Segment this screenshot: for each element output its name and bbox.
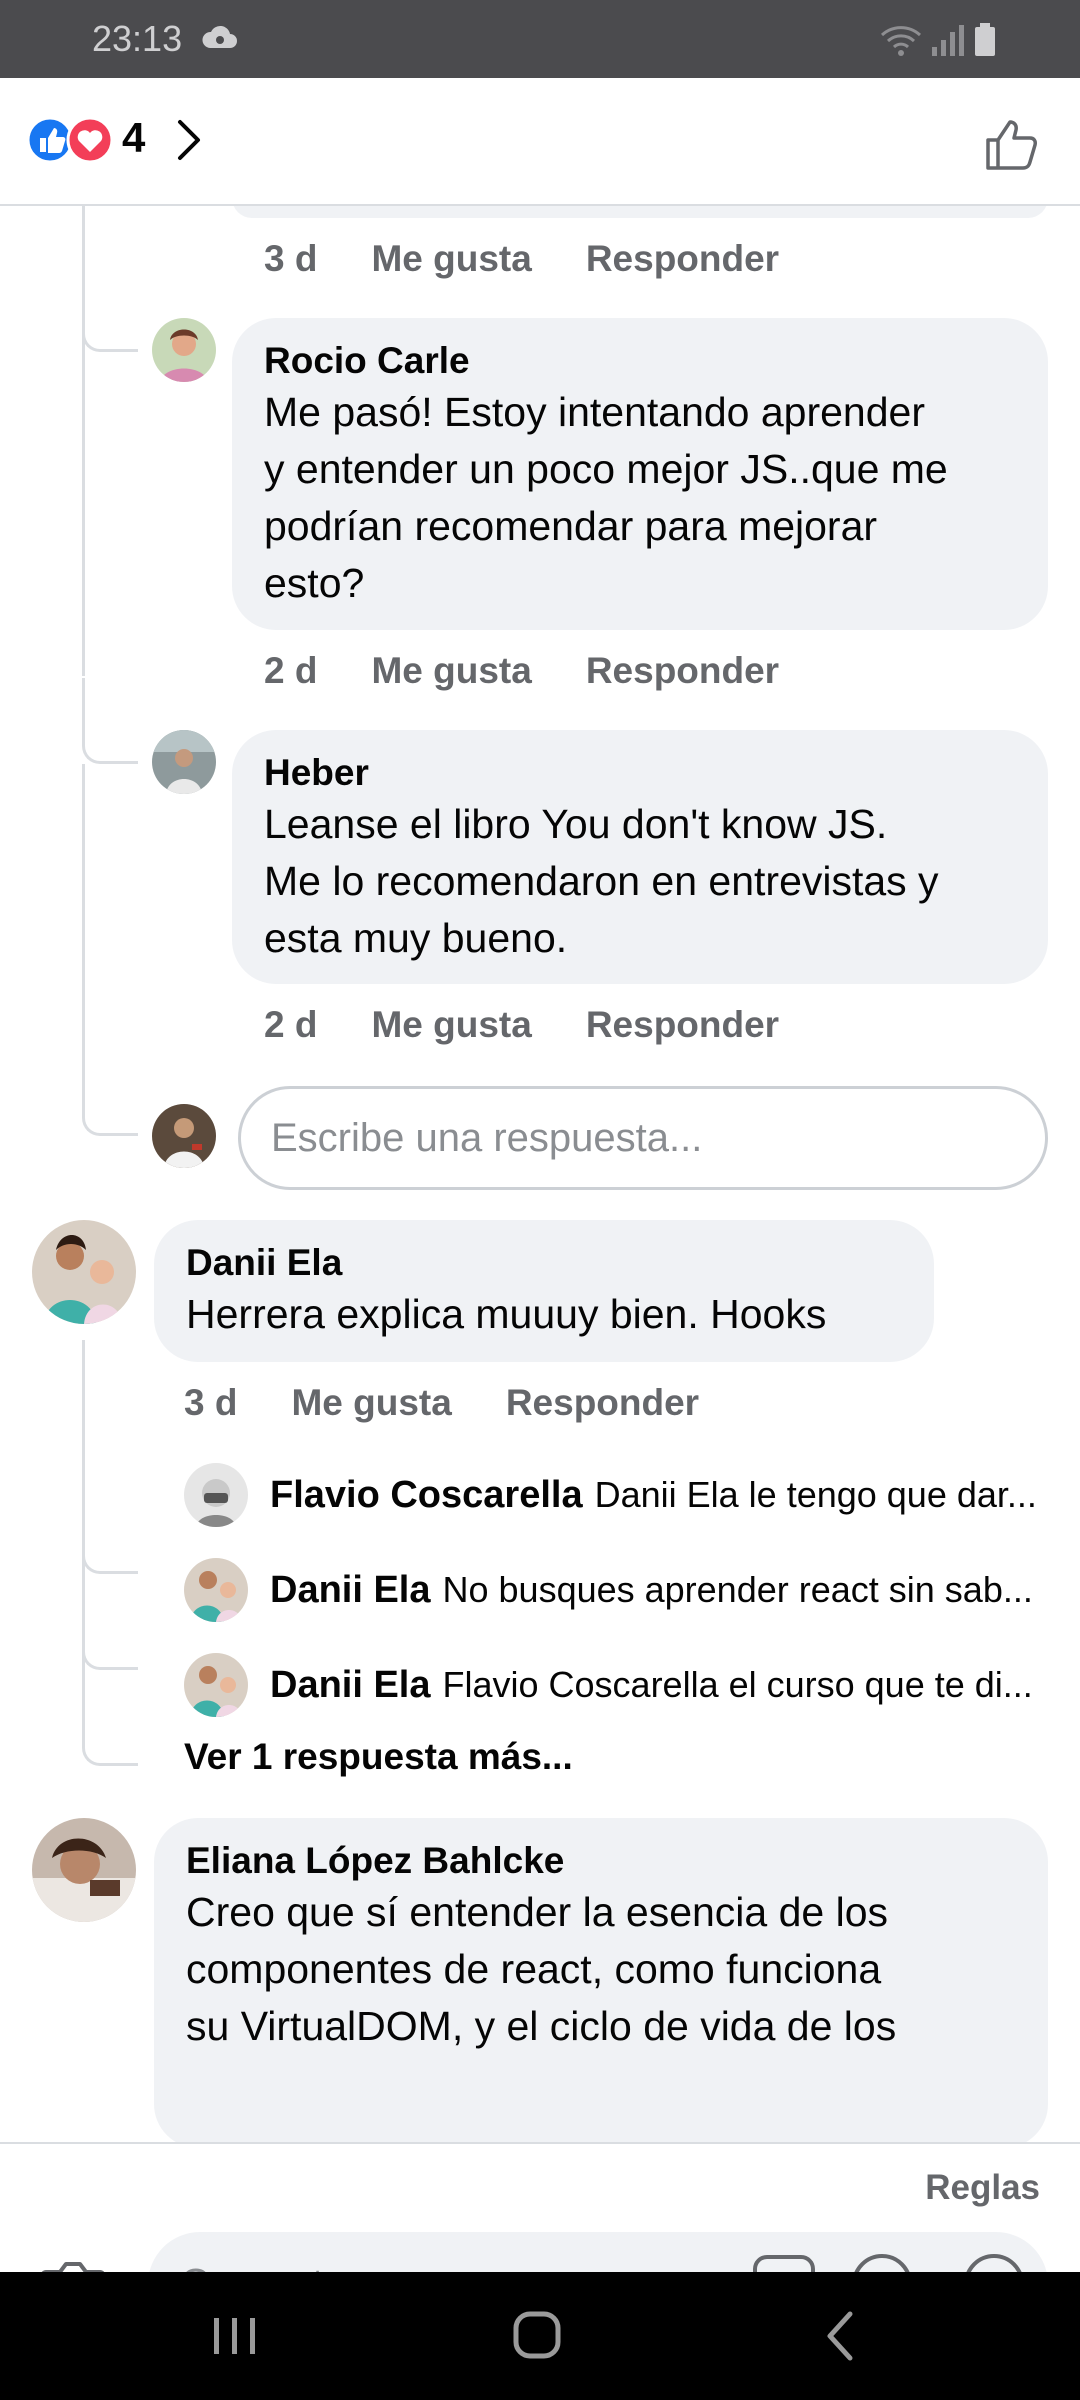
like-link[interactable]: Me gusta bbox=[371, 238, 531, 280]
thread-branch bbox=[82, 1574, 138, 1670]
reply-snippet: No busques aprender react sin sab... bbox=[442, 1569, 1033, 1610]
reply-preview[interactable]: Danii Ela No busques aprender react sin … bbox=[184, 1557, 1054, 1623]
avatar bbox=[184, 1463, 248, 1527]
reaction-count[interactable]: 4 bbox=[122, 114, 145, 162]
comment-text-line: podrían recomendar para mejorar bbox=[264, 503, 878, 549]
sticker-icon[interactable] bbox=[848, 2250, 916, 2272]
reply-input[interactable]: Escribe una respuesta... bbox=[238, 1086, 1048, 1190]
reply-author[interactable]: Flavio Coscarella bbox=[270, 1474, 583, 1517]
avatar[interactable] bbox=[152, 318, 216, 382]
home-icon[interactable] bbox=[502, 2304, 572, 2368]
comment-text-line: Leanse el libro You don't know JS. bbox=[264, 801, 888, 847]
comment-time: 2 d bbox=[264, 650, 318, 691]
avatar[interactable] bbox=[32, 1818, 136, 1922]
comment-text-line: y entender un poco mejor JS..que me bbox=[264, 446, 948, 492]
view-more-replies-link[interactable]: Ver 1 respuesta más... bbox=[184, 1736, 573, 1778]
comment-author[interactable]: Heber bbox=[264, 750, 1016, 796]
comment-placeholder: Comentar... bbox=[180, 2260, 392, 2272]
thread-branch bbox=[82, 678, 138, 764]
comment-meta: 2 d Me gusta Responder bbox=[264, 1004, 779, 1046]
reply-author[interactable]: Danii Ela bbox=[270, 1664, 431, 1707]
gif-icon[interactable]: GIF bbox=[752, 2254, 816, 2272]
current-user-avatar bbox=[152, 1104, 216, 1168]
comment-bubble[interactable]: Eliana López Bahlcke Creo que sí entende… bbox=[154, 1818, 1048, 2148]
emoji-icon[interactable] bbox=[962, 2252, 1026, 2272]
reactions-header: 4 bbox=[0, 78, 1080, 206]
reaction-icons[interactable] bbox=[26, 116, 116, 164]
comment-bubble[interactable]: Danii Ela Herrera explica muuuy bien. Ho… bbox=[154, 1220, 934, 1362]
comment-text-line: esta muy bueno. bbox=[264, 915, 568, 961]
reply-link[interactable]: Responder bbox=[506, 1382, 699, 1424]
comment-text-line: Herrera explica muuuy bien. Hooks bbox=[186, 1291, 827, 1337]
comment-time: 2 d bbox=[264, 1004, 318, 1045]
like-outline-icon[interactable] bbox=[984, 116, 1040, 172]
signal-icon bbox=[932, 25, 964, 56]
thread-branch bbox=[82, 1670, 138, 1766]
avatar[interactable] bbox=[152, 730, 216, 794]
comment-meta: 3 d Me gusta Responder bbox=[264, 238, 779, 280]
camera-icon[interactable] bbox=[40, 2256, 106, 2272]
status-time: 23:13 bbox=[92, 18, 183, 59]
thread-branch bbox=[82, 318, 138, 352]
comment-time: 3 d bbox=[264, 238, 318, 279]
reply-link[interactable]: Responder bbox=[586, 650, 779, 692]
comment-author[interactable]: Rocio Carle bbox=[264, 338, 1016, 384]
back-icon[interactable] bbox=[806, 2304, 876, 2368]
comment-meta: 3 d Me gusta Responder bbox=[184, 1382, 699, 1424]
thread-branch bbox=[82, 1458, 138, 1574]
battery-icon bbox=[975, 23, 995, 56]
status-bar: 23:13 bbox=[0, 0, 1080, 78]
like-link[interactable]: Me gusta bbox=[371, 1004, 531, 1046]
comment-input[interactable]: Comentar... GIF bbox=[148, 2232, 1048, 2272]
thread-line bbox=[82, 206, 85, 676]
comments-sheet: 4 3 d Me gusta Responder Rocio Carle Me … bbox=[0, 78, 1080, 2272]
reply-author[interactable]: Danii Ela bbox=[270, 1569, 431, 1612]
comment-bubble[interactable]: Heber Leanse el libro You don't know JS.… bbox=[232, 730, 1048, 984]
like-link[interactable]: Me gusta bbox=[291, 1382, 451, 1424]
comment-author[interactable]: Danii Ela bbox=[186, 1240, 902, 1286]
comment-text-line: Creo que sí entender la esencia de los bbox=[186, 1889, 889, 1935]
comment-text-line: Me lo recomendaron en entrevistas y bbox=[264, 858, 939, 904]
comment-text-line: esto? bbox=[264, 560, 365, 606]
love-reaction-icon bbox=[66, 116, 114, 164]
comment-meta: 2 d Me gusta Responder bbox=[264, 650, 779, 692]
avatar bbox=[184, 1653, 248, 1717]
status-icons bbox=[880, 20, 996, 60]
comment-text-line: componentes de react, como funciona bbox=[186, 1946, 882, 1992]
recent-apps-icon[interactable] bbox=[200, 2304, 270, 2368]
reply-preview[interactable]: Flavio Coscarella Danii Ela le tengo que… bbox=[184, 1462, 1054, 1528]
avatar[interactable] bbox=[32, 1220, 136, 1324]
reply-link[interactable]: Responder bbox=[586, 1004, 779, 1046]
chevron-right-icon[interactable] bbox=[174, 116, 204, 164]
reply-snippet: Flavio Coscarella el curso que te di... bbox=[442, 1664, 1033, 1705]
cloud-sync-icon bbox=[202, 25, 237, 48]
like-reaction-icon bbox=[26, 116, 74, 164]
thread-branch bbox=[82, 764, 138, 1136]
reply-snippet: Danii Ela le tengo que dar... bbox=[594, 1474, 1037, 1515]
like-link[interactable]: Me gusta bbox=[371, 650, 531, 692]
rules-link[interactable]: Reglas bbox=[925, 2168, 1040, 2208]
wifi-icon bbox=[880, 26, 922, 56]
reply-link[interactable]: Responder bbox=[586, 238, 779, 280]
avatar bbox=[184, 1558, 248, 1622]
system-nav-bar bbox=[0, 2272, 1080, 2400]
comment-bubble[interactable]: Rocio Carle Me pasó! Estoy intentando ap… bbox=[232, 318, 1048, 630]
comment-text-line: su VirtualDOM, y el ciclo de vida de los bbox=[186, 2003, 897, 2049]
comment-text-line: Me pasó! Estoy intentando aprender bbox=[264, 389, 925, 435]
reply-preview[interactable]: Danii Ela Flavio Coscarella el curso que… bbox=[184, 1652, 1054, 1718]
comment-author[interactable]: Eliana López Bahlcke bbox=[186, 1838, 1016, 1884]
comment-time: 3 d bbox=[184, 1382, 238, 1423]
comment-composer: Reglas Comentar... GIF bbox=[0, 2142, 1080, 2272]
